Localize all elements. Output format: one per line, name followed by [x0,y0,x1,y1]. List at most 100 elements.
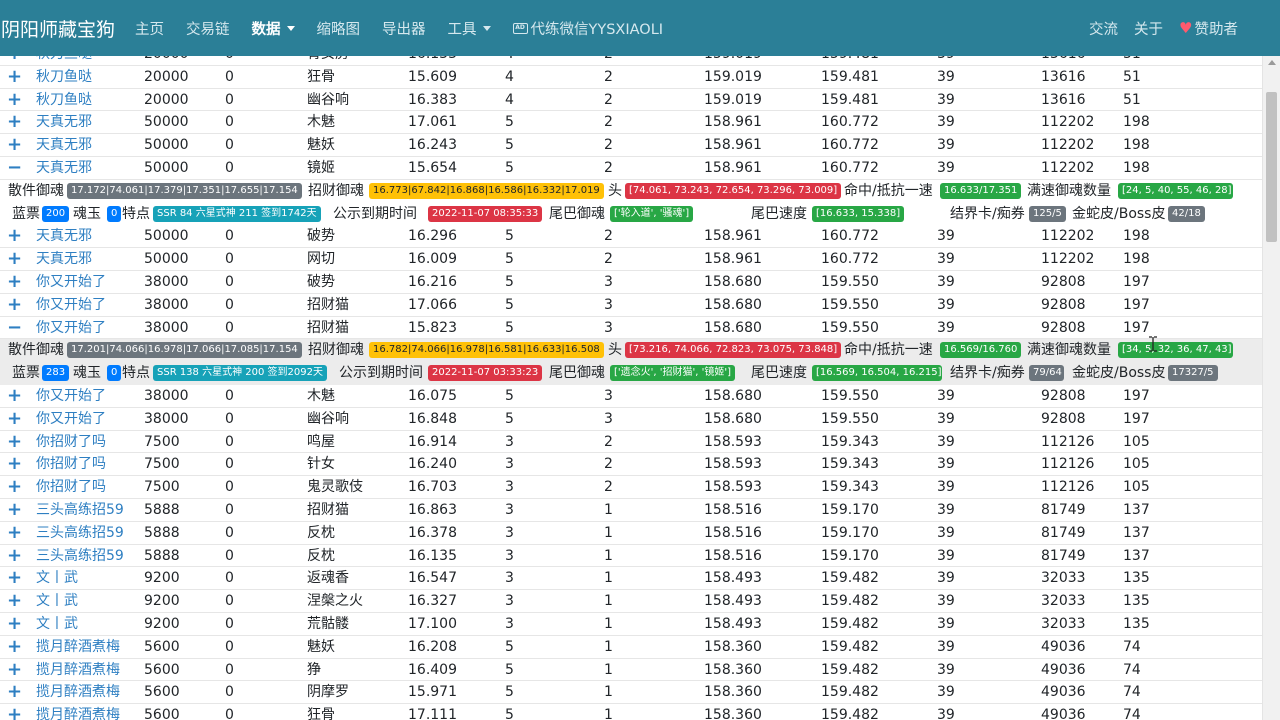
expand-plus-icon[interactable]: + [7,225,22,247]
table-row[interactable]: + 你又开始了 38000 0 破势 16.216 5 3 158.680 159.550 39 92… [0,271,1262,294]
table-row[interactable]: + 文丨武 9200 0 涅槃之火 16.327 3 1 158.493 159.482 39 320… [0,590,1262,613]
nav-sponsors[interactable]: ♥ 赞助者 [1179,18,1238,39]
cell-price: 5888 [144,547,180,564]
cell-seller-name[interactable]: 三头高练招59 [36,545,124,567]
nav-trade-chain[interactable]: 交易链 [186,18,230,39]
expand-plus-icon[interactable]: + [7,66,22,88]
table-row[interactable]: + 天真无邪 50000 0 破势 16.296 5 2 158.961 160.772 39 112… [0,225,1262,249]
detail-label: 尾巴御魂 [549,365,605,382]
expand-plus-icon[interactable]: + [7,499,22,521]
cell-seller-name[interactable]: 你招财了吗 [36,431,106,453]
table-row[interactable]: + 揽月醉酒煮梅 5600 0 狂骨 17.111 5 1 158.360 159.482 39 49… [0,704,1262,720]
nav-tools-dropdown[interactable]: 工具 [448,18,491,39]
table-row[interactable]: + 揽月醉酒煮梅 5600 0 狰 16.409 5 1 158.360 159.482 39 490… [0,659,1262,682]
expand-plus-icon[interactable]: + [7,248,22,270]
cell-seller-name[interactable]: 文丨武 [36,613,78,635]
cell-speed: 17.066 [408,296,457,313]
cell-days: 74 [1123,661,1141,678]
cell-seller-name[interactable]: 三头高练招59 [36,499,124,521]
cell-seller-name[interactable]: 你又开始了 [36,385,106,407]
brand-logo[interactable]: 阴阳师藏宝狗 [0,15,115,42]
cell-seller-name[interactable]: 你招财了吗 [36,476,106,498]
expand-plus-icon[interactable]: + [7,659,22,681]
nav-thumbnails[interactable]: 缩略图 [317,18,361,39]
table-row[interactable]: − 你又开始了 38000 0 招财猫 15.823 5 3 158.680 159.550 39 9… [0,317,1262,340]
cell-seller-name[interactable]: 你又开始了 [36,271,106,293]
cell-seller-name[interactable]: 天真无邪 [36,225,92,247]
cell-seller-name[interactable]: 天真无邪 [36,248,92,270]
collapse-minus-icon[interactable]: − [7,317,22,339]
cell-seller-name[interactable]: 揽月醉酒煮梅 [36,636,120,658]
cell-shikigami: 招财猫 [307,501,349,518]
table-row[interactable]: + 你又开始了 38000 0 幽谷响 16.848 5 3 158.680 159.550 39 9… [0,408,1262,431]
table-row[interactable]: + 揽月醉酒煮梅 5600 0 阴摩罗 15.971 5 1 158.360 159.482 39 4… [0,681,1262,705]
table-row[interactable]: + 秋刀鱼哒 20000 0 幽谷响 16.383 4 2 159.019 159.481 39 13… [0,89,1262,112]
cell-seller-name[interactable]: 你又开始了 [36,408,106,430]
table-row[interactable]: + 你招财了吗 7500 0 针女 16.240 3 2 158.593 159.343 39 112… [0,453,1262,477]
table-row[interactable]: + 天真无邪 50000 0 木魅 17.061 5 2 158.961 160.772 39 112… [0,111,1262,135]
expand-plus-icon[interactable]: + [7,453,22,475]
nav-community[interactable]: 交流 [1089,18,1118,39]
table-row[interactable]: + 三头高练招59 5888 0 反枕 16.135 3 1 158.516 159.170 39 8… [0,545,1262,568]
expand-plus-icon[interactable]: + [7,271,22,293]
table-row[interactable]: + 文丨武 9200 0 荒骷髅 17.100 3 1 158.493 159.482 39 3203… [0,613,1262,636]
expand-plus-icon[interactable]: + [7,704,22,720]
expand-plus-icon[interactable]: + [7,408,22,430]
expand-plus-icon[interactable]: + [7,385,22,407]
nav-about[interactable]: 关于 [1134,18,1163,39]
table-row[interactable]: + 你又开始了 38000 0 招财猫 17.066 5 3 158.680 159.550 39 9… [0,294,1262,317]
cell-seller-name[interactable]: 三头高练招59 [36,522,124,544]
nav-data-dropdown[interactable]: 数据 [252,18,295,39]
expand-plus-icon[interactable]: + [7,476,22,498]
table-row[interactable]: + 三头高练招59 5888 0 招财猫 16.863 3 1 158.516 159.170 39… [0,499,1262,522]
nav-exporter[interactable]: 导出器 [382,18,426,39]
cell-seller-name[interactable]: 天真无邪 [36,157,92,179]
expand-plus-icon[interactable]: + [7,613,22,635]
table-row[interactable]: + 揽月醉酒煮梅 5600 0 魅妖 16.208 5 1 158.360 159.482 39 49… [0,636,1262,659]
cell-speed-sum-a: 158.680 [704,296,762,313]
expand-plus-icon[interactable]: + [7,522,22,544]
expand-plus-icon[interactable]: + [7,545,22,567]
table-row[interactable]: + 文丨武 9200 0 返魂香 16.547 3 1 158.493 159.482 39 3203… [0,567,1262,591]
cell-seller-name[interactable]: 揽月醉酒煮梅 [36,659,120,681]
cell-seller-name[interactable]: 文丨武 [36,590,78,612]
table-row[interactable]: + 天真无邪 50000 0 网切 16.009 5 2 158.961 160.772 39 112… [0,248,1262,271]
cell-flag: 0 [225,433,234,450]
expand-plus-icon[interactable]: + [7,567,22,589]
scrollbar-thumb[interactable] [1266,92,1277,242]
table-row[interactable]: + 秋刀鱼哒 20000 0 狂骨 15.609 4 2 159.019 159.481 39 136… [0,66,1262,89]
table-row[interactable]: + 天真无邪 50000 0 魅妖 16.243 5 2 158.961 160.772 39 112… [0,134,1262,157]
nav-ad-wechat[interactable]: AD 代练微信YYSXIAOLI [512,18,663,39]
cell-seller-name[interactable]: 天真无邪 [36,134,92,156]
cell-seller-name[interactable]: 你又开始了 [36,317,106,339]
expand-plus-icon[interactable]: + [7,294,22,316]
expand-plus-icon[interactable]: + [7,590,22,612]
cell-seller-name[interactable]: 天真无邪 [36,111,92,133]
table-row[interactable]: + 你招财了吗 7500 0 鸣屋 16.914 3 2 158.593 159.343 39 112… [0,431,1262,454]
scroll-up-arrow-icon[interactable] [1268,60,1276,65]
cell-flag: 0 [225,707,234,720]
cell-seller-name[interactable]: 秋刀鱼哒 [36,66,92,88]
cell-seller-name[interactable]: 你招财了吗 [36,453,106,475]
cell-speed: 16.327 [408,593,457,610]
expand-plus-icon[interactable]: + [7,431,22,453]
table-row[interactable]: − 天真无邪 50000 0 镜姬 15.654 5 2 158.961 160.772 39 112… [0,157,1262,180]
expand-plus-icon[interactable]: + [7,111,22,133]
ad-icon: AD [512,22,528,34]
cell-seller-name[interactable]: 你又开始了 [36,294,106,316]
expand-plus-icon[interactable]: + [7,636,22,658]
table-row[interactable]: + 你招财了吗 7500 0 鬼灵歌伎 16.703 3 2 158.593 159.343 39 1… [0,476,1262,499]
cell-price: 20000 [144,68,189,85]
expand-plus-icon[interactable]: + [7,89,22,111]
cell-seller-name[interactable]: 揽月醉酒煮梅 [36,704,120,720]
nav-home[interactable]: 主页 [135,18,164,39]
cell-seller-name[interactable]: 揽月醉酒煮梅 [36,681,120,703]
vertical-scrollbar[interactable] [1262,56,1280,720]
cell-seller-name[interactable]: 秋刀鱼哒 [36,89,92,111]
expand-plus-icon[interactable]: + [7,681,22,703]
table-row[interactable]: + 你又开始了 38000 0 木魅 16.075 5 3 158.680 159.550 39 92… [0,385,1262,408]
cell-seller-name[interactable]: 文丨武 [36,567,78,589]
collapse-minus-icon[interactable]: − [7,157,22,179]
table-row[interactable]: + 三头高练招59 5888 0 反枕 16.378 3 1 158.516 159.170 39 8… [0,522,1262,545]
expand-plus-icon[interactable]: + [7,134,22,156]
